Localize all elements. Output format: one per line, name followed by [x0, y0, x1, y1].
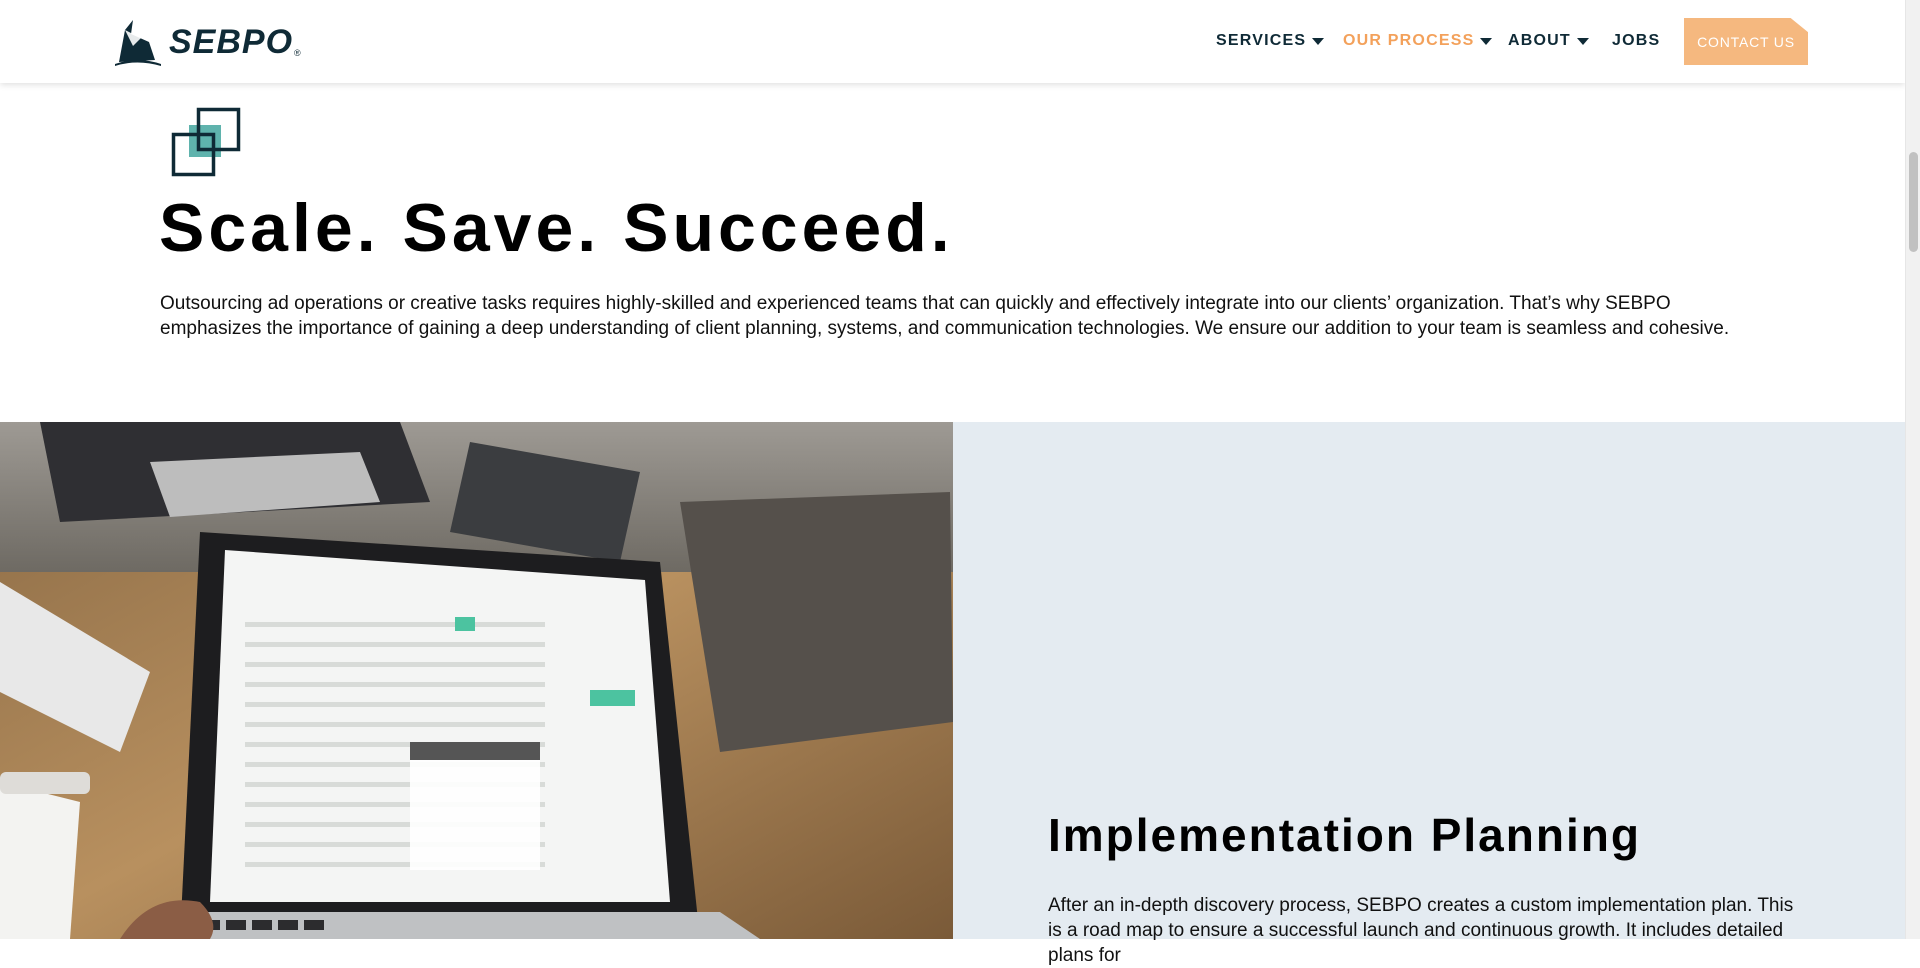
nav-about[interactable]: ABOUT: [1508, 32, 1589, 50]
nav-our-process-label: OUR PROCESS: [1343, 32, 1475, 49]
intro-paragraph: Outsourcing ad operations or creative ta…: [160, 293, 1730, 339]
laptop-email-photo: [0, 422, 953, 939]
scrollbar-thumb[interactable]: [1909, 152, 1918, 252]
nav-about-label: ABOUT: [1508, 32, 1571, 49]
caret-down-icon: [1576, 38, 1589, 45]
page-headline: Scale. Save. Succeed.: [159, 190, 954, 266]
nav-services[interactable]: SERVICES: [1216, 32, 1325, 50]
main-nav: SERVICES OUR PROCESS ABOUT JOBS CONTACT …: [0, 0, 1920, 83]
nav-our-process[interactable]: OUR PROCESS: [1343, 32, 1493, 50]
caret-down-icon: [1480, 38, 1493, 45]
nav-services-label: SERVICES: [1216, 32, 1307, 49]
nav-jobs[interactable]: JOBS: [1612, 32, 1660, 50]
feature-paragraph: After an in-depth discovery process, SEB…: [1048, 895, 1794, 966]
caret-down-icon: [1312, 38, 1325, 45]
overlapping-squares-icon: [171, 107, 241, 177]
nav-jobs-label: JOBS: [1612, 32, 1661, 49]
feature-title: Implementation Planning: [1048, 809, 1641, 861]
page-scrollbar[interactable]: [1905, 0, 1920, 939]
contact-us-button[interactable]: CONTACT US: [1684, 18, 1808, 65]
site-header: SEBPO ® SERVICES OUR PROCESS ABOUT JOBS …: [0, 0, 1905, 83]
